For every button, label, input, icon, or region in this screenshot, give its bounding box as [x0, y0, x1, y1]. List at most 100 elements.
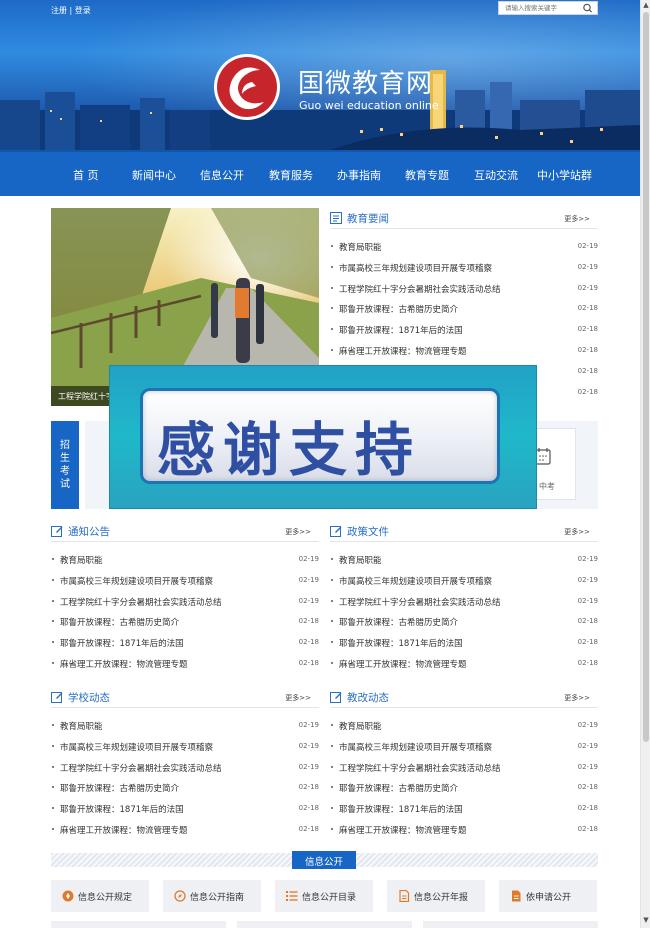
register-link[interactable]: 注册 — [51, 6, 67, 15]
news-title[interactable]: 工程学院红十字分会暑期社会实践活动总结 — [339, 596, 501, 608]
list-item[interactable]: 耶鲁开放课程：古希腊历史简介 02-18 — [330, 615, 598, 629]
login-link[interactable]: 登录 — [75, 6, 91, 15]
info-guide-button[interactable]: 信息公开指南 — [163, 880, 261, 912]
info-annual-report-button[interactable]: 信息公开年报 — [387, 880, 485, 912]
news-title[interactable]: 麻省理工开放课程：物流管理专题 — [60, 824, 188, 836]
news-title[interactable]: 耶鲁开放课程：1871年后的法国 — [339, 637, 463, 649]
news-title[interactable]: 耶鲁开放课程：古希腊历史简介 — [60, 616, 179, 628]
search-icon[interactable] — [579, 2, 595, 14]
list-item[interactable]: 市属高校三年规划建设项目开展专项稽察 02-19 — [51, 574, 319, 588]
school-news-more-link[interactable]: 更多>> — [285, 693, 311, 703]
reform-news-more-link[interactable]: 更多>> — [564, 693, 590, 703]
scroll-down-arrow-icon[interactable]: ▼ — [641, 916, 650, 924]
news-title[interactable]: 工程学院红十字分会暑期社会实践活动总结 — [60, 596, 222, 608]
news-title[interactable]: 耶鲁开放课程：古希腊历史简介 — [339, 303, 458, 315]
list-item[interactable]: 市属高校三年规划建设项目开展专项稽察 02-19 — [330, 740, 598, 754]
page-scrollbar[interactable]: ▲ ▼ — [640, 0, 650, 928]
bullet-icon — [52, 786, 54, 788]
list-item[interactable]: 麻省理工开放课程：物流管理专题 02-18 — [330, 344, 598, 358]
list-item[interactable]: 工程学院红十字分会暑期社会实践活动总结 02-19 — [51, 761, 319, 775]
news-title[interactable]: 市属高校三年规划建设项目开展专项稽察 — [60, 741, 213, 753]
list-item[interactable]: 市属高校三年规划建设项目开展专项稽察 02-19 — [330, 261, 598, 275]
news-title[interactable]: 市属高校三年规划建设项目开展专项稽察 — [60, 575, 213, 587]
site-logo-icon[interactable] — [212, 52, 282, 122]
list-item[interactable]: 耶鲁开放课程：古希腊历史简介 02-18 — [51, 781, 319, 795]
news-title[interactable]: 教育局职能 — [339, 241, 382, 253]
list-item[interactable]: 教育局职能 02-19 — [330, 240, 598, 254]
scrollbar-thumb[interactable] — [643, 12, 649, 742]
main-nav: 首 页 新闻中心 信息公开 教育服务 办事指南 教育专题 互动交流 中小学站群 — [0, 150, 640, 196]
news-title[interactable]: 耶鲁开放课程：1871年后的法国 — [339, 803, 463, 815]
nav-item-info-public[interactable]: 信息公开 — [200, 167, 244, 183]
list-item[interactable]: 工程学院红十字分会暑期社会实践活动总结 02-19 — [330, 761, 598, 775]
list-item[interactable]: 教育局职能 02-19 — [51, 553, 319, 567]
info-rules-button[interactable]: 信息公开规定 — [51, 880, 149, 912]
news-title[interactable]: 麻省理工开放课程：物流管理专题 — [339, 824, 467, 836]
list-item[interactable]: 工程学院红十字分会暑期社会实践活动总结 02-19 — [330, 282, 598, 296]
list-item[interactable]: 教育局职能 02-19 — [51, 719, 319, 733]
news-title[interactable]: 耶鲁开放课程：古希腊历史简介 — [339, 782, 458, 794]
news-title[interactable]: 工程学院红十字分会暑期社会实践活动总结 — [339, 762, 501, 774]
list-item[interactable]: 市属高校三年规划建设项目开展专项稽察 02-19 — [330, 574, 598, 588]
news-title[interactable]: 教育局职能 — [60, 720, 103, 732]
bullet-icon — [52, 620, 54, 622]
news-title[interactable]: 工程学院红十字分会暑期社会实践活动总结 — [60, 762, 222, 774]
search-input[interactable] — [499, 2, 577, 14]
nav-item-news[interactable]: 新闻中心 — [132, 167, 176, 183]
list-item[interactable]: 工程学院红十字分会暑期社会实践活动总结 02-19 — [330, 595, 598, 609]
news-title[interactable]: 麻省理工开放课程：物流管理专题 — [339, 345, 467, 357]
top-links: 注册 | 登录 — [51, 5, 91, 16]
list-item[interactable]: 耶鲁开放课程：1871年后的法国 02-18 — [330, 323, 598, 337]
edu-news-more-link[interactable]: 更多>> — [564, 214, 590, 224]
list-item[interactable]: 麻省理工开放课程：物流管理专题 02-18 — [51, 823, 319, 837]
scroll-up-arrow-icon[interactable]: ▲ — [641, 1, 650, 9]
list-item[interactable]: 工程学院红十字分会暑期社会实践活动总结 02-19 — [51, 595, 319, 609]
news-title[interactable]: 耶鲁开放课程：古希腊历史简介 — [339, 616, 458, 628]
list-item[interactable]: 耶鲁开放课程：1871年后的法国 02-18 — [330, 636, 598, 650]
news-title[interactable]: 市属高校三年规划建设项目开展专项稽察 — [339, 741, 492, 753]
list-item[interactable]: 耶鲁开放课程：古希腊历史简介 02-18 — [51, 615, 319, 629]
news-title[interactable]: 耶鲁开放课程：1871年后的法国 — [60, 803, 184, 815]
bullet-icon — [331, 245, 333, 247]
news-title[interactable]: 教育局职能 — [339, 720, 382, 732]
news-title[interactable]: 教育局职能 — [339, 554, 382, 566]
list-item[interactable]: 教育局职能 02-19 — [330, 553, 598, 567]
list-item[interactable]: 麻省理工开放课程：物流管理专题 02-18 — [330, 657, 598, 671]
news-title[interactable]: 市属高校三年规划建设项目开展专项稽察 — [339, 575, 492, 587]
notice-more-link[interactable]: 更多>> — [285, 527, 311, 537]
news-title[interactable]: 耶鲁开放课程：1871年后的法国 — [339, 324, 463, 336]
news-title[interactable]: 市属高校三年规划建设项目开展专项稽察 — [339, 262, 492, 274]
news-title[interactable]: 工程学院红十字分会暑期社会实践活动总结 — [339, 283, 501, 295]
admissions-label[interactable]: 招生考试 — [51, 421, 79, 509]
edit-icon — [51, 526, 63, 537]
nav-item-interaction[interactable]: 互动交流 — [474, 167, 518, 183]
nav-item-school-sites[interactable]: 中小学站群 — [537, 167, 592, 183]
info-catalog-button[interactable]: 信息公开目录 — [275, 880, 373, 912]
list-item[interactable]: 耶鲁开放课程：1871年后的法国 02-18 — [51, 802, 319, 816]
news-title[interactable]: 教育局职能 — [60, 554, 103, 566]
list-item[interactable]: 耶鲁开放课程：1871年后的法国 02-18 — [330, 802, 598, 816]
info-request-button[interactable]: 依申请公开 — [499, 880, 597, 912]
list-item[interactable]: 麻省理工开放课程：物流管理专题 02-18 — [51, 657, 319, 671]
news-title[interactable]: 麻省理工开放课程：物流管理专题 — [60, 658, 188, 670]
news-date: 02-18 — [577, 388, 598, 396]
news-date: 02-18 — [298, 617, 319, 625]
nav-item-home[interactable]: 首 页 — [73, 167, 99, 183]
nav-item-edu-service[interactable]: 教育服务 — [269, 167, 313, 183]
policy-more-link[interactable]: 更多>> — [564, 527, 590, 537]
list-item[interactable]: 耶鲁开放课程：1871年后的法国 02-18 — [51, 636, 319, 650]
list-item[interactable]: 教育局职能 02-19 — [330, 719, 598, 733]
bullet-icon — [52, 828, 54, 830]
nav-item-topics[interactable]: 教育专题 — [405, 167, 449, 183]
news-title[interactable]: 麻省理工开放课程：物流管理专题 — [339, 658, 467, 670]
bullet-icon — [331, 620, 333, 622]
list-item[interactable]: 耶鲁开放课程：古希腊历史简介 02-18 — [330, 302, 598, 316]
nav-item-guide[interactable]: 办事指南 — [337, 167, 381, 183]
bullet-icon — [331, 766, 333, 768]
list-item[interactable]: 耶鲁开放课程：古希腊历史简介 02-18 — [330, 781, 598, 795]
news-date: 02-19 — [577, 763, 598, 771]
news-title[interactable]: 耶鲁开放课程：1871年后的法国 — [60, 637, 184, 649]
list-item[interactable]: 市属高校三年规划建设项目开展专项稽察 02-19 — [51, 740, 319, 754]
news-title[interactable]: 耶鲁开放课程：古希腊历史简介 — [60, 782, 179, 794]
list-item[interactable]: 麻省理工开放课程：物流管理专题 02-18 — [330, 823, 598, 837]
